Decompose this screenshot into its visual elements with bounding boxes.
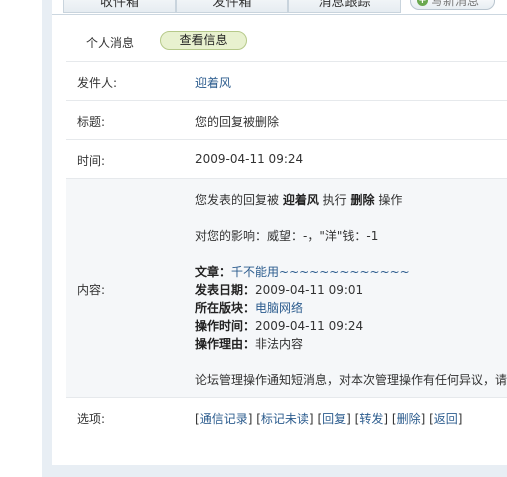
mailbox-tabs: 收件箱 发件箱 消息跟踪 + 写新消息 <box>52 0 507 15</box>
divider <box>66 397 507 398</box>
content-line-action: 您发表的回复被 迎着风 执行 删除 操作 <box>195 191 402 208</box>
subtab-view-message[interactable]: 查看信息 <box>160 31 247 50</box>
compose-button[interactable]: + 写新消息 <box>410 0 495 10</box>
content-label: 内容: <box>77 283 106 297</box>
divider <box>66 100 507 101</box>
option-back-link[interactable]: 返回 <box>434 412 458 426</box>
date-label: 发表日期： <box>195 283 256 297</box>
option-history-link[interactable]: 通信记录 <box>200 412 248 426</box>
notice-text: 论坛管理操作通知短消息，对本次管理操作有任何异议，请 <box>195 373 507 387</box>
page-margin <box>0 0 42 477</box>
divider <box>66 139 507 140</box>
option-reply-link[interactable]: 回复 <box>322 412 346 426</box>
message-panel: 收件箱 发件箱 消息跟踪 + 写新消息 个人消息 查看信息 发件人: 迎着风 标… <box>52 0 507 465</box>
tab-outbox[interactable]: 发件箱 <box>176 0 288 13</box>
sub-tabs: 个人消息 查看信息 <box>52 28 507 60</box>
option-forward-link[interactable]: 转发 <box>359 412 383 426</box>
action-prefix: 您发表的回复被 <box>195 193 283 207</box>
options-list: [通信记录] [标记未读] [回复] [转发] [删除] [返回] <box>195 412 463 426</box>
option-mark-unread-link[interactable]: 标记未读 <box>261 412 309 426</box>
reason-row: 操作理由：非法内容 <box>195 335 303 352</box>
time-value: 2009-04-11 09:24 <box>195 152 304 166</box>
subtab-personal-messages[interactable]: 个人消息 <box>86 34 134 51</box>
sender-label: 发件人: <box>77 76 118 90</box>
forum-link[interactable]: 电脑网络 <box>255 301 303 315</box>
article-link[interactable]: 千不能用~~~~~~~~~~~~~ <box>231 265 410 279</box>
compose-label: 写新消息 <box>431 0 480 8</box>
divider <box>66 61 507 62</box>
reason-label: 操作理由： <box>195 337 256 351</box>
operation-time-row: 操作时间：2009-04-11 09:24 <box>195 317 363 334</box>
action-mid: 执行 <box>318 193 351 207</box>
forum-row: 所在版块：电脑网络 <box>195 299 303 316</box>
operation-time-label: 操作时间： <box>195 319 256 333</box>
tab-message-tracking[interactable]: 消息跟踪 <box>288 0 401 13</box>
article-row: 文章：千不能用~~~~~~~~~~~~~ <box>195 263 410 280</box>
title-label: 标题: <box>77 115 106 129</box>
title-value: 您的回复被删除 <box>195 115 280 129</box>
operation-time-value: 2009-04-11 09:24 <box>255 319 364 333</box>
actor-name: 迎着风 <box>282 193 319 207</box>
time-label: 时间: <box>77 154 106 168</box>
sender-link[interactable]: 迎着风 <box>195 74 231 91</box>
action-suffix: 操作 <box>374 193 403 207</box>
panel-bottom-border <box>42 465 507 477</box>
content-line-impact: 对您的影响：威望：-，"洋"钱：-1 <box>195 229 379 243</box>
date-value: 2009-04-11 09:01 <box>255 283 364 297</box>
date-row: 发表日期：2009-04-11 09:01 <box>195 281 363 298</box>
divider <box>66 178 507 179</box>
article-label: 文章： <box>195 265 232 279</box>
forum-label: 所在版块： <box>195 301 256 315</box>
plus-icon: + <box>417 0 428 6</box>
action-name: 删除 <box>350 193 375 207</box>
panel-left-border <box>42 0 52 477</box>
option-delete-link[interactable]: 删除 <box>397 412 421 426</box>
tab-inbox[interactable]: 收件箱 <box>63 0 176 13</box>
reason-value: 非法内容 <box>255 337 304 351</box>
options-label: 选项: <box>77 412 106 426</box>
